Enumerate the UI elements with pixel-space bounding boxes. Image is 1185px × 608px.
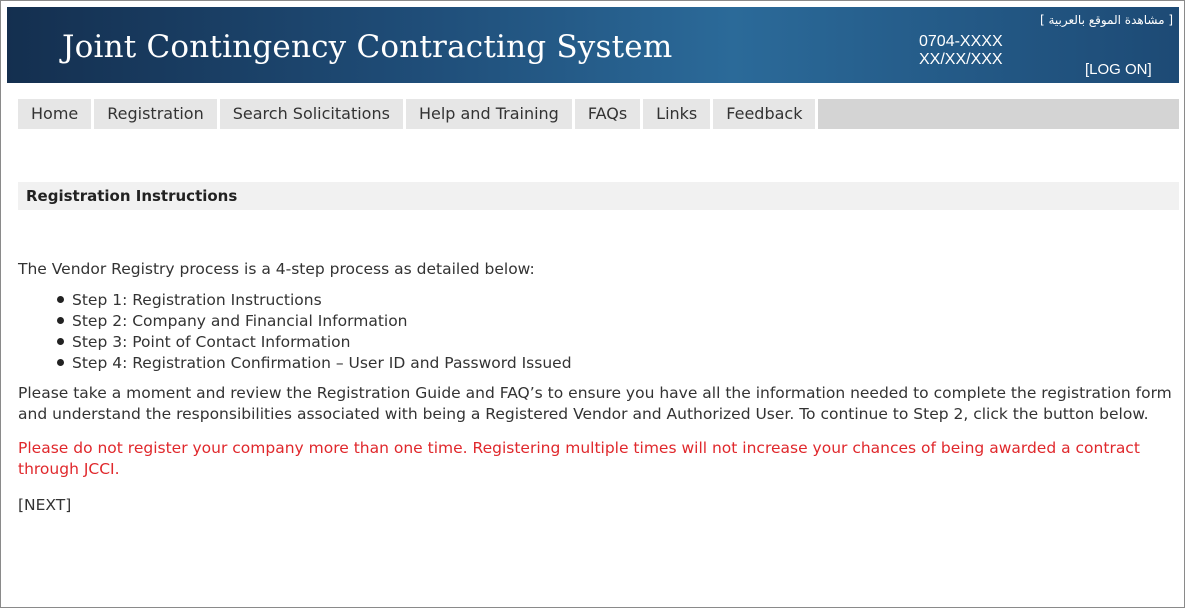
step-item: Step 1: Registration Instructions — [18, 290, 1176, 311]
page-frame: Joint Contingency Contracting System 070… — [0, 0, 1185, 608]
header-date: XX/XX/XXX — [919, 51, 1003, 68]
header-banner: Joint Contingency Contracting System 070… — [7, 7, 1179, 83]
nav-item-links[interactable]: Links — [643, 99, 714, 129]
nav-item-search-solicitations[interactable]: Search Solicitations — [219, 99, 406, 129]
nav-item-home[interactable]: Home — [18, 99, 95, 129]
nav-item-feedback[interactable]: Feedback — [713, 99, 819, 129]
section-title: Registration Instructions — [26, 187, 238, 205]
nav-item-faqs[interactable]: FAQs — [574, 99, 644, 129]
site-title: Joint Contingency Contracting System — [62, 29, 673, 65]
section-header: Registration Instructions — [18, 182, 1179, 210]
step-item: Step 4: Registration Confirmation – User… — [18, 353, 1176, 374]
header-phone: 0704-XXXX — [919, 33, 1003, 50]
arabic-site-link[interactable]: [ مشاهدة الموقع بالعربية ] — [1040, 13, 1173, 27]
duplicate-warning: Please do not register your company more… — [18, 439, 1140, 478]
nav-item-help-and-training[interactable]: Help and Training — [405, 99, 575, 129]
nav-item-registration[interactable]: Registration — [94, 99, 220, 129]
next-link[interactable]: [NEXT] — [18, 495, 71, 516]
intro-text: The Vendor Registry process is a 4-step … — [18, 260, 535, 278]
nav-filler — [818, 99, 1179, 129]
step-item: Step 3: Point of Contact Information — [18, 332, 1176, 353]
step-item: Step 2: Company and Financial Informatio… — [18, 311, 1176, 332]
steps-list: Step 1: Registration Instructions Step 2… — [18, 290, 1176, 374]
main-content: The Vendor Registry process is a 4-step … — [18, 259, 1176, 516]
main-nav: Home Registration Search Solicitations H… — [18, 99, 1179, 129]
guide-paragraph: Please take a moment and review the Regi… — [18, 384, 1172, 423]
log-on-link[interactable]: [LOG ON] — [1085, 61, 1152, 78]
